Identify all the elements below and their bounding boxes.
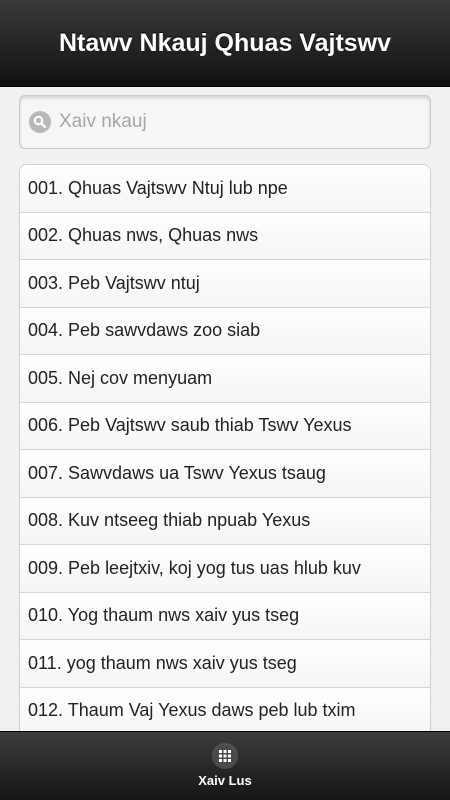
list-item-label: 007. Sawvdaws ua Tswv Yexus tsaug [28,462,326,483]
list-item[interactable]: 006. Peb Vajtswv saub thiab Tswv Yexus [20,402,430,450]
list-item-label: 012. Thaum Vaj Yexus daws peb lub txim [28,700,356,721]
song-list: 001. Qhuas Vajtswv Ntuj lub npe 002. Qhu… [19,164,431,736]
page-title: Ntawv Nkauj Qhuas Vajtswv [58,28,392,57]
list-item-label: 005. Nej cov menyuam [28,367,213,388]
list-item[interactable]: 005. Nej cov menyuam [20,355,430,403]
list-item-label: 004. Peb sawvdaws zoo siab [28,320,261,341]
list-item[interactable]: 007. Sawvdaws ua Tswv Yexus tsaug [20,450,430,498]
list-item-label: 010. Yog thaum nws xaiv yus tseg [28,605,300,626]
list-item-label: 002. Qhuas nws, Qhuas nws [28,225,259,246]
list-item[interactable]: 002. Qhuas nws, Qhuas nws [20,212,430,260]
list-item-label: 009. Peb leejtxiv, koj yog tus uas hlub … [28,557,361,578]
list-item[interactable]: 011. yog thaum nws xaiv yus tseg [20,640,430,688]
list-item-label: 011. yog thaum nws xaiv yus tseg [28,652,297,673]
list-item-label: 003. Peb Vajtswv ntuj [28,272,200,293]
search-input[interactable] [59,111,419,133]
search-bar[interactable] [19,95,431,149]
list-item-label: 008. Kuv ntseeg thiab npuab Yexus [28,510,311,531]
list-item[interactable]: 004. Peb sawvdaws zoo siab [20,307,430,355]
list-item-label: 001. Qhuas Vajtswv Ntuj lub npe [28,177,288,198]
list-item-label: 006. Peb Vajtswv saub thiab Tswv Yexus [28,415,352,436]
search-icon [29,111,51,133]
language-select-button[interactable]: Xaiv Lus [0,732,450,800]
list-item[interactable]: 008. Kuv ntseeg thiab npuab Yexus [20,497,430,545]
footer-navbar: Xaiv Lus [0,731,450,800]
list-item[interactable]: 009. Peb leejtxiv, koj yog tus uas hlub … [20,545,430,593]
language-select-label: Xaiv Lus [198,772,252,788]
grid-icon [214,744,236,767]
list-item[interactable]: 001. Qhuas Vajtswv Ntuj lub npe [20,165,430,213]
list-item[interactable]: 003. Peb Vajtswv ntuj [20,260,430,308]
app-header: Ntawv Nkauj Qhuas Vajtswv [0,0,450,87]
list-item[interactable]: 012. Thaum Vaj Yexus daws peb lub txim [20,687,430,735]
list-item[interactable]: 010. Yog thaum nws xaiv yus tseg [20,592,430,640]
